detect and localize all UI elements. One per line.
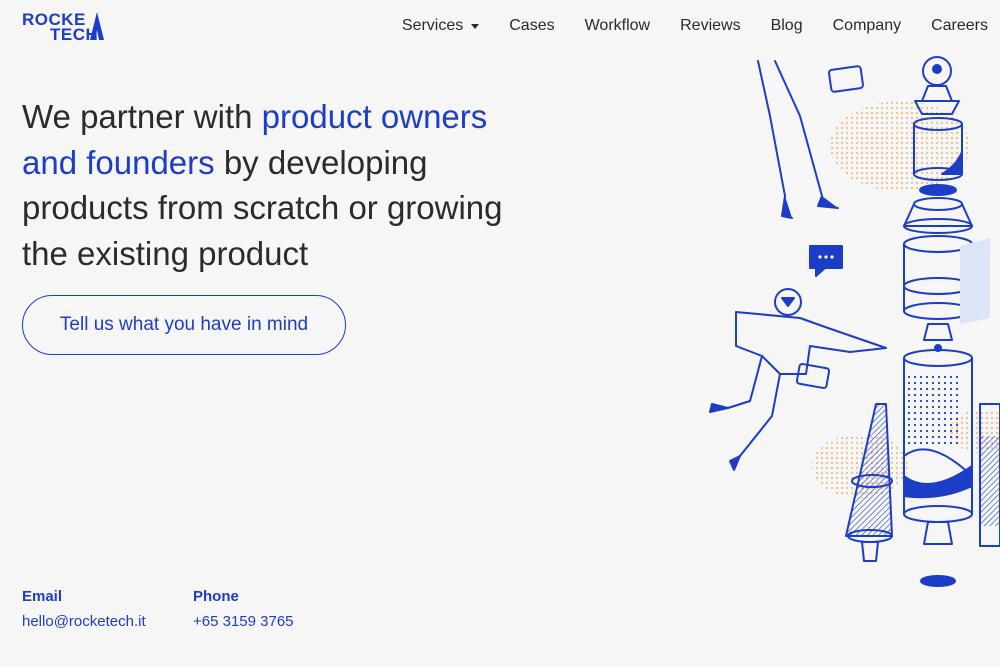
phone-link[interactable]: +65 3159 3765 [193, 613, 294, 630]
hero-text-1: We partner with [22, 98, 262, 135]
nav-workflow-label: Workflow [584, 17, 651, 34]
nav-careers[interactable]: Careers [916, 17, 988, 35]
nav-blog-label: Blog [770, 17, 803, 34]
chevron-down-icon [471, 23, 480, 29]
nav-services-label: Services [401, 17, 464, 34]
hero-heading: We partner with product owners and found… [22, 94, 542, 276]
nav-reviews[interactable]: Reviews [665, 17, 755, 35]
rocket-assembly-illustration [709, 56, 1000, 587]
nav-company[interactable]: Company [818, 17, 916, 35]
contact-email: Email hello@rocketech.it [22, 588, 146, 630]
contact-phone: Phone +65 3159 3765 [193, 588, 294, 630]
nav-careers-label: Careers [931, 17, 988, 34]
nav-company-label: Company [832, 17, 902, 34]
logo[interactable]: ROCKE TECH [22, 11, 112, 44]
cta-button[interactable]: Tell us what you have in mind [22, 295, 346, 355]
nav-services[interactable]: Services [387, 17, 494, 35]
nav-blog[interactable]: Blog [756, 17, 818, 35]
nav-workflow[interactable]: Workflow [570, 17, 666, 35]
rocket-logo-icon [90, 12, 104, 40]
main-nav: Services Cases Workflow Reviews Blog Com… [387, 17, 988, 35]
nav-reviews-label: Reviews [680, 17, 741, 34]
email-link[interactable]: hello@rocketech.it [22, 613, 146, 630]
email-label: Email [22, 588, 63, 605]
nav-cases[interactable]: Cases [494, 17, 569, 35]
nav-cases-label: Cases [509, 17, 555, 34]
phone-label: Phone [193, 588, 239, 605]
